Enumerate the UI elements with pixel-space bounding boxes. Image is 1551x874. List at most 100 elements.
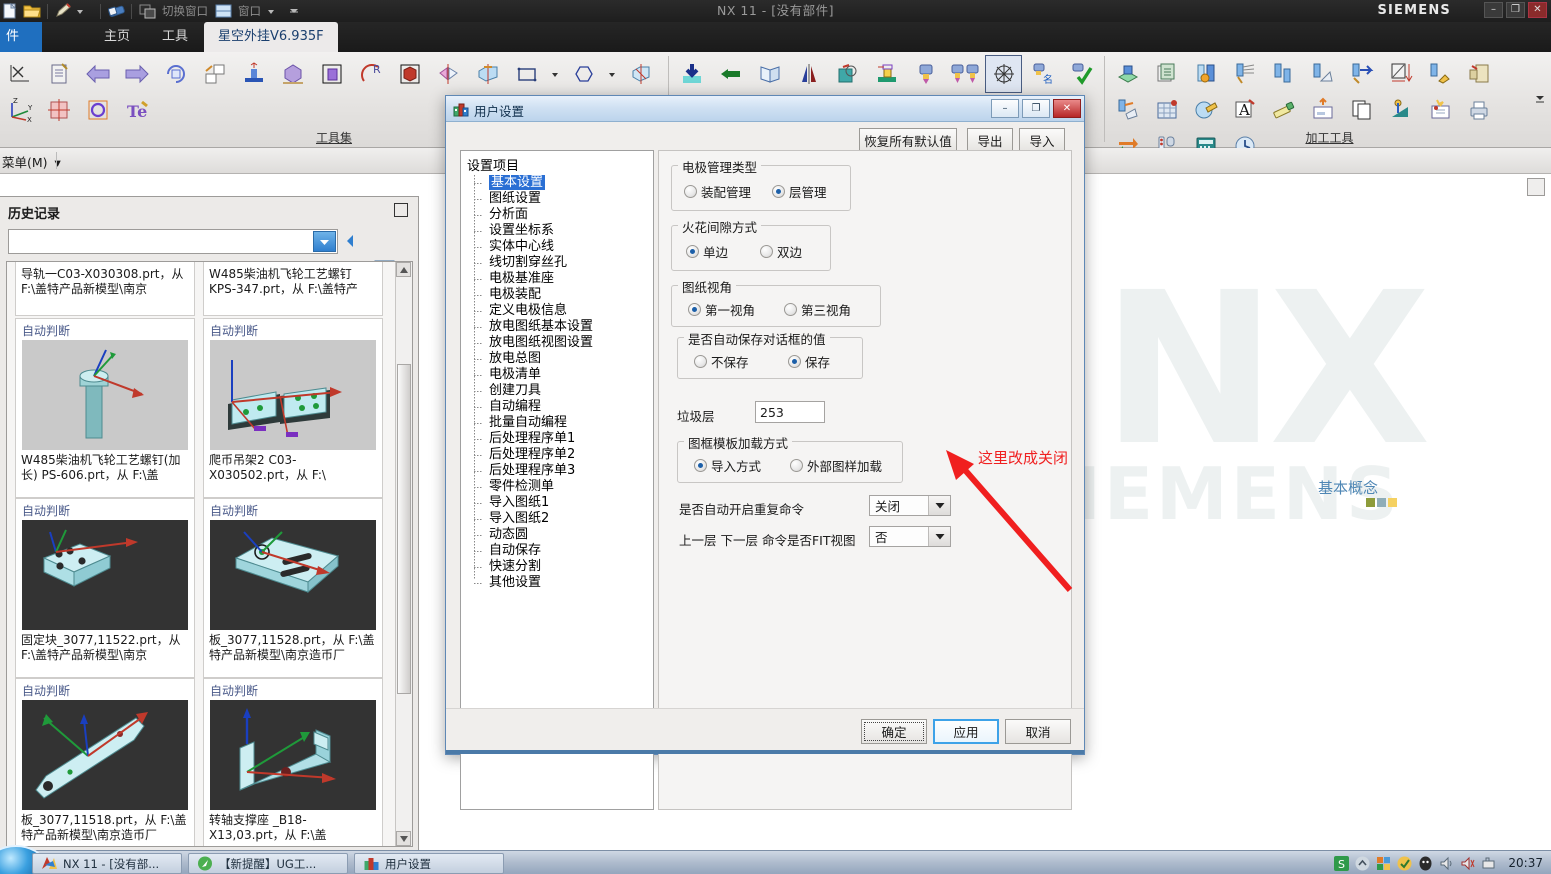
settings-tree-item[interactable]: 导入图纸1 [467,495,593,511]
datum-csys-icon[interactable] [2,56,37,92]
split-body-icon[interactable] [470,56,505,92]
electrode-create-icon[interactable] [908,56,943,92]
chevron-down-icon[interactable] [548,56,562,92]
dialog-minimize-button[interactable]: – [991,99,1019,118]
depth-cut-icon[interactable] [1383,56,1418,92]
tab-tools[interactable]: 工具 [148,22,202,52]
eraser-icon[interactable] [1266,92,1301,128]
radio-double-side[interactable]: 双边 [760,242,802,261]
datum-plane-icon[interactable] [236,56,271,92]
electrode-pattern-icon[interactable] [985,55,1022,93]
radio-save[interactable]: 保存 [788,352,830,371]
settings-tree-item[interactable]: 后处理程序单2 [467,447,593,463]
settings-tree-item[interactable]: 动态圆 [467,527,593,543]
insert-down-icon[interactable] [674,56,709,92]
taskbar-item-user-settings[interactable]: 用户设置 [354,853,504,874]
history-list[interactable]: 导轨一C03-X030308.prt，从 F:\盖特产品新模型\南京 W485柴… [6,261,413,847]
copy-face-icon[interactable] [197,56,232,92]
tool-create-icon[interactable] [1188,56,1223,92]
pin-panel-icon[interactable] [394,203,408,217]
post-process-icon[interactable] [1110,92,1145,128]
settings-tree-item[interactable]: 放电总图 [467,351,593,367]
settings-tree-item[interactable]: 图纸设置 [467,191,593,207]
menu-button[interactable]: 菜单(M) ▾ [0,152,61,171]
undo-eraser-icon[interactable] [106,2,126,20]
radio-first-angle[interactable]: 第一视角 [688,300,755,319]
part-list-icon[interactable] [41,56,76,92]
apply-button[interactable]: 应用 [933,719,999,744]
list-item[interactable]: 自动判断 爬币吊架2 C03-X030502.prt，从 F:\ [203,318,383,498]
face-mill-icon[interactable] [1266,56,1301,92]
program-sheet-icon[interactable] [1149,92,1184,128]
open-folder-icon[interactable] [22,2,42,20]
tool-settings-icon[interactable] [1422,56,1457,92]
copy-pages-icon[interactable] [1344,92,1379,128]
list-item[interactable]: 自动判断 转轴支撑座 _B18-X13,03.prt，从 F:\盖 [203,678,383,846]
taskbar-clock[interactable]: 20:37 [1502,856,1543,870]
list-item[interactable]: 导轨一C03-X030308.prt，从 F:\盖特产品新模型\南京 [15,262,195,316]
dialog-titlebar[interactable]: 用户设置 – ❐ ✕ [446,96,1084,122]
trash-layer-input[interactable] [755,401,825,423]
settings-tree-item[interactable]: 批量自动编程 [467,415,593,431]
settings-tree-item[interactable]: 零件检测单 [467,479,593,495]
new-file-icon[interactable] [0,2,20,20]
window-tile-icon[interactable] [213,2,233,20]
cancel-button[interactable]: 取消 [1005,719,1071,744]
settings-tree-item[interactable]: 设置坐标系 [467,223,593,239]
polygon-icon[interactable] [566,56,601,92]
auto-repeat-command-select[interactable]: 关闭 [869,495,951,516]
surface-region-icon[interactable] [1383,92,1418,128]
qq-tray-icon[interactable] [1418,856,1433,871]
mirror-body-icon[interactable] [431,56,466,92]
solid-cube-icon[interactable] [392,56,427,92]
user-settings-dialog[interactable]: 用户设置 – ❐ ✕ 恢复所有默认值 导出 导入 设置项目 基本设置 图纸设置 分析… [445,95,1085,810]
settings-tree-item[interactable]: 后处理程序单3 [467,463,593,479]
electrode-base-icon[interactable] [869,56,904,92]
list-item[interactable]: 自动判断 板_3077,11518.prt，从 F:\盖特产品新模型\南京造币厂 [15,678,195,846]
settings-tree-item[interactable]: 电极基准座 [467,271,593,287]
switch-window-icon[interactable] [137,2,157,20]
operation-list-icon[interactable] [1149,56,1184,92]
chevron-up-tray-icon[interactable] [1355,856,1370,871]
electrode-pair-icon[interactable] [947,56,982,92]
trim-body-icon[interactable] [623,56,658,92]
scroll-down-icon[interactable] [396,831,411,846]
new-report-icon[interactable] [1422,92,1457,128]
settings-tree-item[interactable]: 自动保存 [467,543,593,559]
unfold-sheet-icon[interactable] [752,56,787,92]
sogou-tray-icon[interactable]: S [1334,855,1350,871]
dialog-maximize-button[interactable]: ❐ [1022,99,1050,118]
restore-defaults-button[interactable]: 恢复所有默认值 [859,128,957,152]
taskbar-item-browser[interactable]: 【新提醒】UG工... [188,853,348,874]
tab-home[interactable]: 主页 [90,22,144,52]
list-item[interactable]: 自动判断 W485柴油机飞轮工艺螺钉(加长) PS-606.prt，从 F:\盖 [15,318,195,498]
electrode-face-icon[interactable] [830,56,865,92]
settings-tree-item[interactable]: 实体中心线 [467,239,593,255]
settings-tree-item[interactable]: 自动编程 [467,399,593,415]
chevron-down-icon[interactable] [266,2,286,20]
planar-mill-icon[interactable] [1344,56,1379,92]
settings-tree-item[interactable]: 后处理程序单1 [467,431,593,447]
switch-window-label[interactable]: 切换窗口 [159,3,211,19]
settings-tree-item[interactable]: 定义电极信息 [467,303,593,319]
network-tray-icon[interactable] [1376,856,1391,871]
volume-muted-tray-icon[interactable] [1460,856,1475,871]
settings-tree-item[interactable]: 线切割穿丝孔 [467,255,593,271]
tool-wrench-icon[interactable] [1188,92,1223,128]
overflow-icon[interactable] [288,2,308,20]
settings-tree-item[interactable]: 快速分割 [467,559,593,575]
rectangle-icon[interactable] [509,56,544,92]
list-item[interactable]: W485柴油机飞轮工艺螺钉 KPS-347.prt，从 F:\盖特产 [203,262,383,316]
radio-do-not-save[interactable]: 不保存 [694,352,749,371]
taskbar-item-nx[interactable]: NX 11 - [没有部... [32,853,182,874]
combo-arrow-icon[interactable] [313,231,336,252]
chevron-down-icon[interactable] [928,496,950,515]
import-button[interactable]: 导入 [1019,128,1065,152]
radio-import-mode[interactable]: 导入方式 [694,456,761,475]
minimize-button[interactable]: – [1484,2,1503,18]
mirror-plane-icon[interactable] [791,56,826,92]
tab-file[interactable]: 件(F) [0,22,42,74]
history-search-combo[interactable] [8,229,338,254]
radio-third-angle[interactable]: 第三视角 [784,300,851,319]
tab-xingkong-addon[interactable]: 星空外挂V6.935F [204,22,338,52]
